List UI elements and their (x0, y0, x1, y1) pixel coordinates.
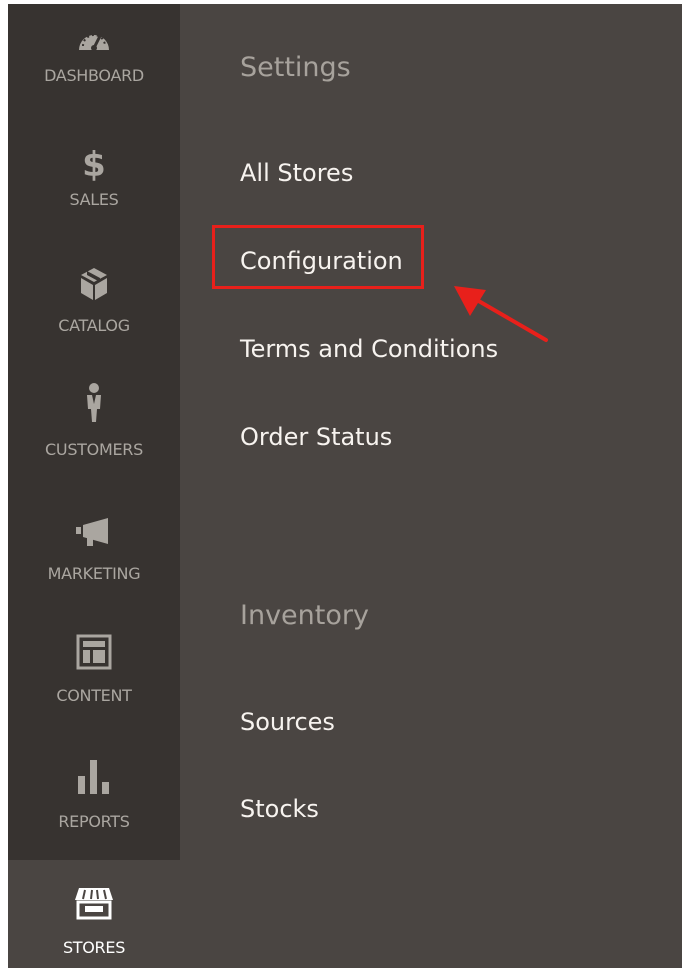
menu-link-configuration[interactable]: Configuration (240, 247, 403, 275)
main-sidebar: DASHBOARD $ SALES CATALOG CUSTOMERS MARK… (8, 4, 180, 968)
sidebar-item-label: CATALOG (58, 316, 130, 335)
sidebar-item-label: CUSTOMERS (45, 440, 143, 459)
person-icon (83, 382, 105, 424)
sidebar-item-sales[interactable]: $ SALES (8, 128, 180, 252)
storefront-icon (73, 886, 115, 920)
sidebar-item-reports[interactable]: REPORTS (8, 748, 180, 872)
sidebar-item-label: REPORTS (58, 812, 130, 831)
menu-link-terms-and-conditions[interactable]: Terms and Conditions (240, 335, 498, 363)
menu-link-sources[interactable]: Sources (240, 708, 335, 736)
dollar-icon: $ (80, 142, 108, 184)
sidebar-item-label: MARKETING (47, 564, 141, 583)
sidebar-item-dashboard[interactable]: DASHBOARD (8, 4, 180, 124)
menu-link-stocks[interactable]: Stocks (240, 795, 319, 823)
sidebar-item-marketing[interactable]: MARKETING (8, 500, 180, 624)
bar-chart-icon (74, 756, 114, 796)
layout-icon (76, 634, 112, 670)
section-title-settings: Settings (240, 52, 351, 83)
sidebar-item-label: SALES (69, 190, 119, 209)
svg-text:$: $ (82, 145, 106, 184)
box-icon (79, 266, 109, 302)
sidebar-item-label: DASHBOARD (44, 66, 144, 85)
menu-link-order-status[interactable]: Order Status (240, 423, 392, 451)
sidebar-item-content[interactable]: CONTENT (8, 624, 180, 748)
menu-link-all-stores[interactable]: All Stores (240, 159, 353, 187)
section-title-inventory: Inventory (240, 600, 369, 631)
sidebar-item-label: STORES (62, 938, 126, 957)
sidebar-item-label: CONTENT (56, 686, 132, 705)
sidebar-item-customers[interactable]: CUSTOMERS (8, 376, 180, 500)
sidebar-item-catalog[interactable]: CATALOG (8, 252, 180, 376)
gauge-icon (77, 24, 111, 52)
megaphone-icon (74, 516, 114, 548)
sidebar-item-stores[interactable]: STORES (8, 860, 180, 968)
stores-submenu: Settings All Stores Configuration Terms … (180, 4, 682, 968)
admin-menu-frame: DASHBOARD $ SALES CATALOG CUSTOMERS MARK… (8, 4, 682, 968)
